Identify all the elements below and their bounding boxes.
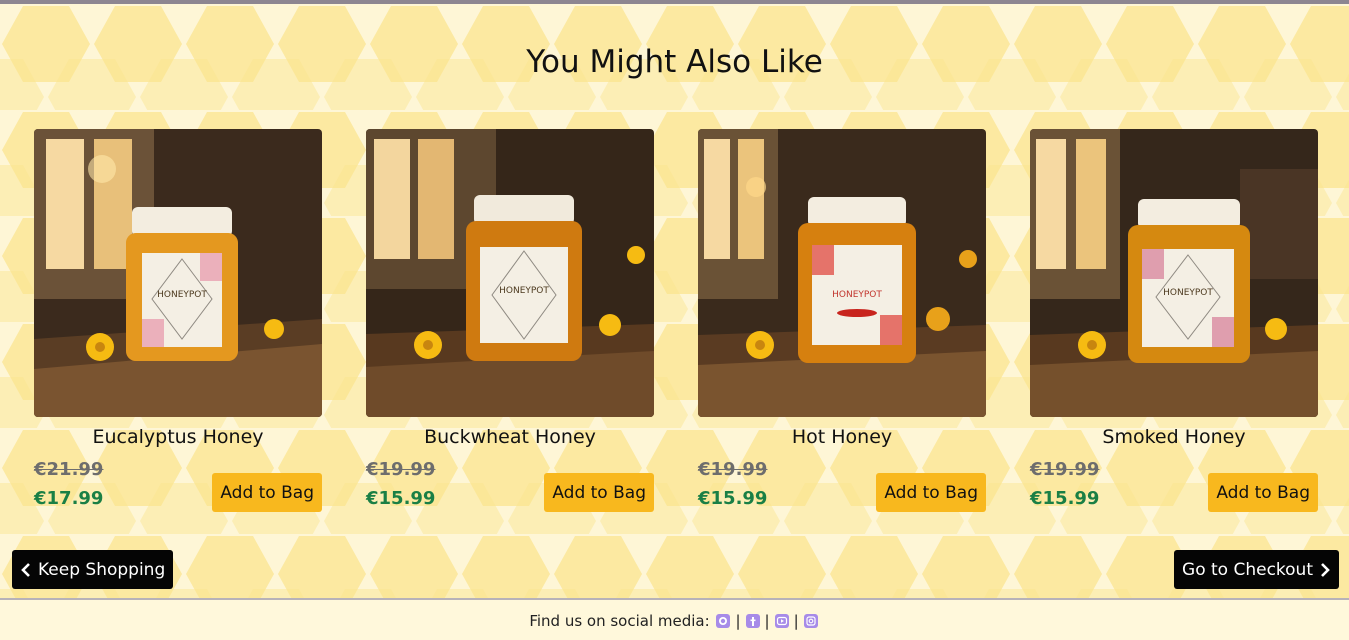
product-image[interactable]: HONEYPOT: [34, 129, 322, 417]
original-price: €19.99: [366, 459, 436, 480]
product-card: HONEYPOT Buckwheat Honey €19.99 €15.99 A…: [366, 129, 654, 512]
chevron-left-icon: [21, 562, 30, 577]
youtube-icon[interactable]: [774, 614, 789, 628]
product-name[interactable]: Hot Honey: [698, 426, 986, 448]
svg-text:HONEYPOT: HONEYPOT: [499, 286, 549, 296]
instagram-icon[interactable]: [803, 614, 818, 628]
product-card: HONEYPOT Smoked Honey €19.99 €15.99 Add …: [1030, 129, 1318, 512]
product-name[interactable]: Buckwheat Honey: [366, 426, 654, 448]
svg-text:HONEYPOT: HONEYPOT: [832, 290, 882, 300]
footer-social-label: Find us on social media:: [529, 612, 710, 630]
original-price: €19.99: [1030, 459, 1100, 480]
add-to-bag-button[interactable]: Add to Bag: [544, 473, 654, 512]
original-price: €21.99: [34, 459, 104, 480]
page-title: You Might Also Like: [526, 44, 823, 80]
chevron-right-icon: [1321, 562, 1330, 577]
product-name[interactable]: Eucalyptus Honey: [34, 426, 322, 448]
product-card: HONEYPOT Hot Honey €19.99 €15.99 Add to …: [698, 129, 986, 512]
facebook-icon[interactable]: [745, 614, 760, 628]
footer: Find us on social media: | | |: [0, 598, 1349, 640]
sale-price: €15.99: [366, 488, 436, 509]
original-price: €19.99: [698, 459, 768, 480]
add-to-bag-button[interactable]: Add to Bag: [1208, 473, 1318, 512]
svg-text:HONEYPOT: HONEYPOT: [157, 290, 207, 300]
checkout-label: Go to Checkout: [1182, 559, 1313, 580]
product-image[interactable]: HONEYPOT: [366, 129, 654, 417]
keep-shopping-label: Keep Shopping: [38, 559, 166, 580]
sale-price: €15.99: [698, 488, 768, 509]
svg-text:HONEYPOT: HONEYPOT: [1163, 288, 1213, 298]
github-icon[interactable]: [716, 614, 731, 628]
sale-price: €15.99: [1030, 488, 1100, 509]
product-image[interactable]: HONEYPOT: [698, 129, 986, 417]
add-to-bag-button[interactable]: Add to Bag: [876, 473, 986, 512]
add-to-bag-button[interactable]: Add to Bag: [212, 473, 322, 512]
checkout-button[interactable]: Go to Checkout: [1174, 550, 1339, 589]
sale-price: €17.99: [34, 488, 104, 509]
keep-shopping-button[interactable]: Keep Shopping: [12, 550, 174, 589]
product-image[interactable]: HONEYPOT: [1030, 129, 1318, 417]
product-card: HONEYPOT Eucalyptus Honey €21.99 €17.99 …: [34, 129, 322, 512]
product-name[interactable]: Smoked Honey: [1030, 426, 1318, 448]
